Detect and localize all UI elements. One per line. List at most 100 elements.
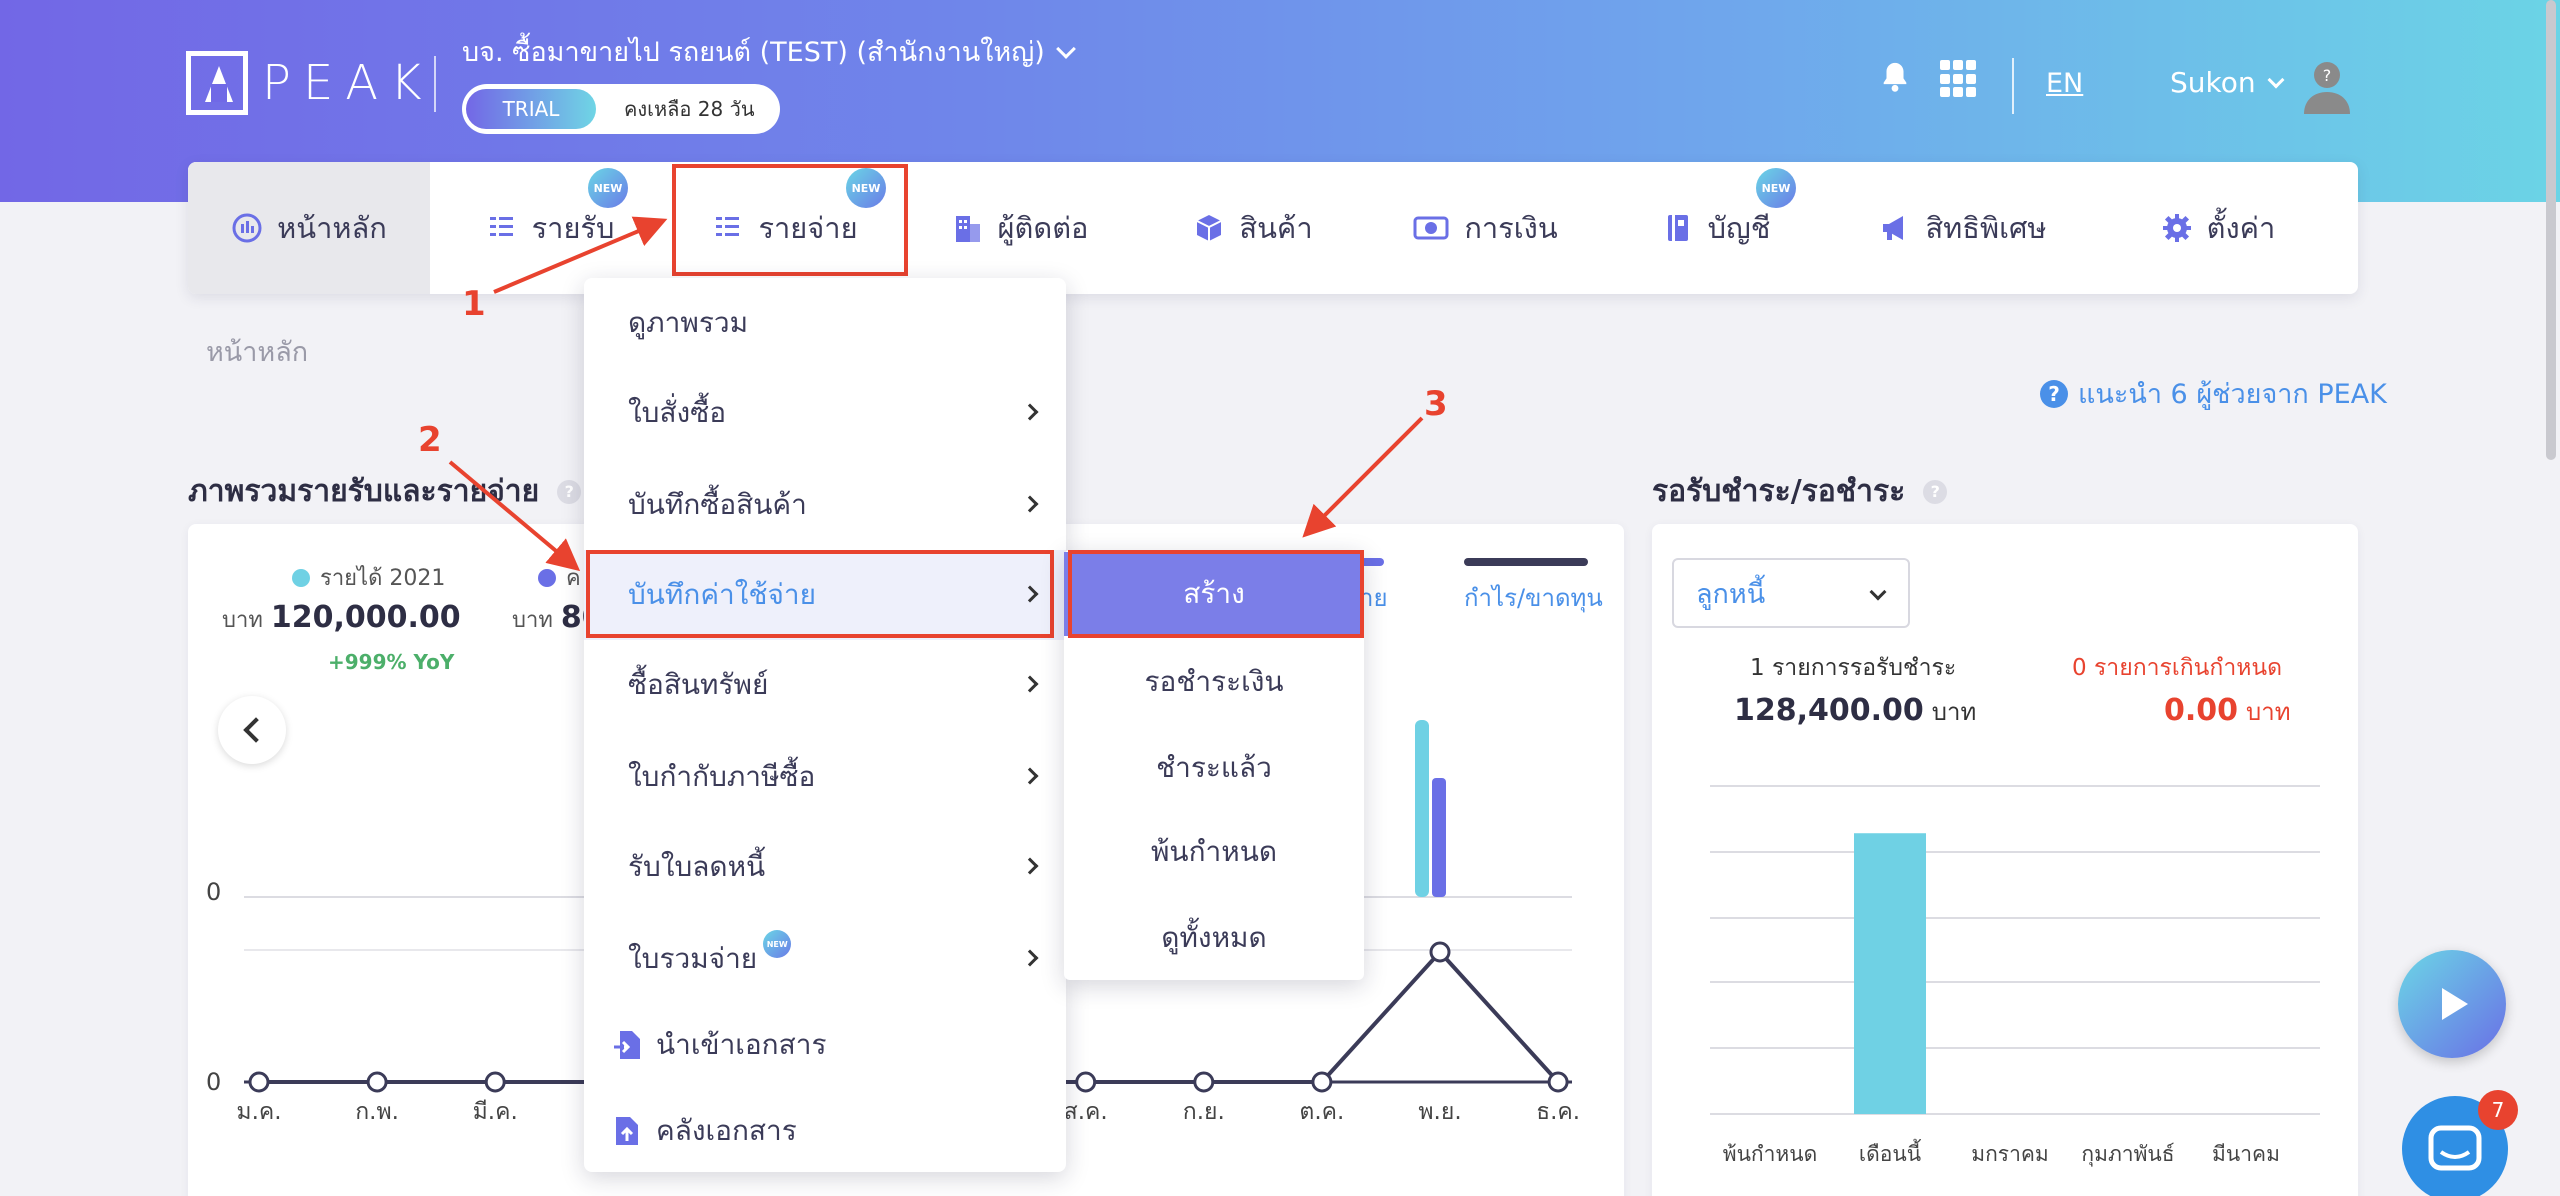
- legend-dot: [292, 568, 310, 587]
- menu-item-credit-note[interactable]: รับใบลดหนี้: [584, 822, 1066, 912]
- nav-label: สิทธิพิเศษ: [1925, 211, 2047, 245]
- nav-label: การเงิน: [1464, 211, 1558, 245]
- company-selector[interactable]: บจ. ซื้อมาขายไป รถยนต์ (TEST) (สำนักงานใ…: [462, 30, 1076, 73]
- step-label-1: 1: [462, 284, 486, 324]
- profit-point: [1311, 1071, 1333, 1093]
- ledger-icon: [1667, 215, 1688, 241]
- breadcrumb[interactable]: หน้าหลัก: [206, 330, 308, 373]
- legend-expense[interactable]: ค: [538, 560, 581, 595]
- nav-label: สินค้า: [1239, 211, 1313, 245]
- profit-point: [1429, 941, 1451, 963]
- select-value: ลูกหนี้: [1696, 578, 1766, 610]
- x-tick-label: ธ.ค.: [1536, 1099, 1581, 1125]
- overdue-count: 0 รายการเกินกำหนด: [2072, 655, 2283, 681]
- trial-days-left: คงเหลือ 28 วัน: [624, 97, 755, 121]
- submenu-view-all[interactable]: ดูทั้งหมด: [1064, 896, 1364, 980]
- profit-point: [366, 1071, 388, 1093]
- menu-label: ดูภาพรวม: [628, 306, 749, 339]
- nav-accounting[interactable]: บัญชี NEW: [1604, 162, 1828, 294]
- x-tick-label: มีนาคม: [2212, 1142, 2280, 1166]
- menu-item-doc-storage[interactable]: คลังเอกสาร: [584, 1086, 1066, 1176]
- x-tick-label: มี.ค.: [472, 1099, 518, 1125]
- submenu-overdue[interactable]: พ้นกำหนด: [1064, 810, 1364, 894]
- income-list-icon: [489, 217, 513, 236]
- yoy-change: +999% YoY: [328, 650, 455, 674]
- menu-item-purchase-order[interactable]: ใบสั่งซื้อ: [584, 368, 1066, 458]
- chat-unread-badge: 7: [2478, 1090, 2518, 1130]
- new-badge: NEW: [763, 930, 792, 958]
- submenu-label: ชำระแล้ว: [1156, 751, 1272, 784]
- income-value: 120,000.00: [270, 600, 461, 635]
- nav-income[interactable]: รายรับ NEW: [430, 162, 670, 294]
- logo-divider: [434, 56, 436, 112]
- chat-icon: [2428, 1125, 2482, 1171]
- menu-item-purchase-record[interactable]: บันทึกซื้อสินค้า: [584, 460, 1066, 550]
- gear-icon: [2162, 214, 2191, 242]
- trial-status[interactable]: TRIAL คงเหลือ 28 วัน: [462, 84, 780, 134]
- import-doc-icon: [614, 1031, 640, 1059]
- submenu-awaiting-payment[interactable]: รอชำระเงิน: [1064, 640, 1364, 724]
- nav-contacts[interactable]: ผู้ติดต่อ: [900, 162, 1140, 294]
- dashboard-icon: [232, 213, 262, 243]
- unit-label: บาท: [222, 608, 263, 633]
- menu-item-combined-payment[interactable]: ใบรวมจ่าย NEW: [584, 914, 1066, 1004]
- submenu-label: พ้นกำหนด: [1150, 835, 1278, 868]
- avatar[interactable]: ?: [2302, 58, 2352, 114]
- chevron-right-icon: [1021, 949, 1039, 967]
- menu-label: ใบรวมจ่าย: [628, 942, 758, 975]
- overdue-value: 0.00: [2164, 693, 2239, 728]
- income-total: บาท 120,000.00: [222, 600, 461, 637]
- info-icon[interactable]: ?: [1923, 479, 1948, 504]
- nav-home[interactable]: หน้าหลัก: [188, 162, 430, 294]
- nav-label: รายรับ: [531, 211, 615, 245]
- x-tick-label: เดือนนี้: [1858, 1142, 1922, 1166]
- profit-tab[interactable]: กำไร/ขาดทุน: [1464, 578, 1603, 617]
- info-icon[interactable]: ?: [557, 479, 582, 504]
- play-tutorial-button[interactable]: [2398, 950, 2506, 1058]
- nav-finance[interactable]: การเงิน: [1366, 162, 1604, 294]
- menu-item-buy-asset[interactable]: ซื้อสินทรัพย์: [584, 640, 1066, 730]
- overview-title: ภาพรวมรายรับและรายจ่าย ?: [188, 468, 582, 515]
- legend-income[interactable]: รายได้ 2021: [292, 560, 445, 595]
- menu-label: นำเข้าเอกสาร: [656, 1028, 827, 1061]
- nav-settings[interactable]: ตั้งค่า: [2098, 162, 2338, 294]
- menu-item-overview[interactable]: ดูภาพรวม: [584, 278, 1066, 368]
- page-scrollbar[interactable]: [2546, 0, 2556, 460]
- menu-label: ใบสั่งซื้อ: [628, 396, 727, 429]
- chevron-down-icon: [1055, 38, 1076, 59]
- receivable-type-select[interactable]: ลูกหนี้: [1672, 558, 1910, 628]
- main-nav: หน้าหลัก รายรับ NEW รายจ่าย NEW ผู้ติดต่…: [188, 162, 2358, 294]
- nav-products[interactable]: สินค้า: [1140, 162, 1366, 294]
- step-label-2: 2: [418, 420, 442, 460]
- logo-text: PEAK: [262, 55, 434, 111]
- menu-item-purchase-tax-invoice[interactable]: ใบกำกับภาษีซื้อ: [584, 732, 1066, 822]
- legend-income-label: รายได้ 2021: [320, 566, 446, 591]
- help-icon: ?: [2040, 379, 2068, 408]
- step-label-3: 3: [1424, 384, 1448, 424]
- menu-label: ซื้อสินทรัพย์: [628, 668, 769, 701]
- logo-mark: [186, 51, 248, 115]
- unit-label: บาท: [1931, 698, 1977, 726]
- new-badge: NEW: [588, 168, 628, 208]
- peak-logo[interactable]: PEAK: [186, 50, 434, 116]
- megaphone-icon: [1883, 216, 1904, 240]
- language-switch[interactable]: EN: [2046, 68, 2083, 99]
- menu-item-import-docs[interactable]: นำเข้าเอกสาร: [584, 1000, 1066, 1090]
- bell-icon[interactable]: [1878, 60, 1912, 94]
- expense-tab[interactable]: าย: [1360, 578, 1388, 617]
- box-icon: [1196, 215, 1222, 241]
- nav-privileges[interactable]: สิทธิพิเศษ: [1828, 162, 2098, 294]
- overview-title-text: ภาพรวมรายรับและรายจ่าย: [188, 474, 540, 509]
- highlight-box-expense: [672, 164, 908, 276]
- chevron-right-icon: [1021, 857, 1039, 875]
- menu-label: รับใบลดหนี้: [628, 850, 766, 883]
- apps-grid-icon[interactable]: [1940, 60, 1978, 98]
- x-tick-label: ส.ค.: [1063, 1099, 1108, 1125]
- submenu-paid[interactable]: ชำระแล้ว: [1064, 726, 1364, 810]
- chevron-right-icon: [1021, 403, 1039, 421]
- header-divider: [2012, 58, 2014, 114]
- user-menu[interactable]: Sukon: [2170, 66, 2285, 99]
- help-link[interactable]: ? แนะนำ 6 ผู้ช่วยจาก PEAK: [2040, 372, 2387, 415]
- chevron-right-icon: [1021, 495, 1039, 513]
- play-icon: [2442, 988, 2468, 1020]
